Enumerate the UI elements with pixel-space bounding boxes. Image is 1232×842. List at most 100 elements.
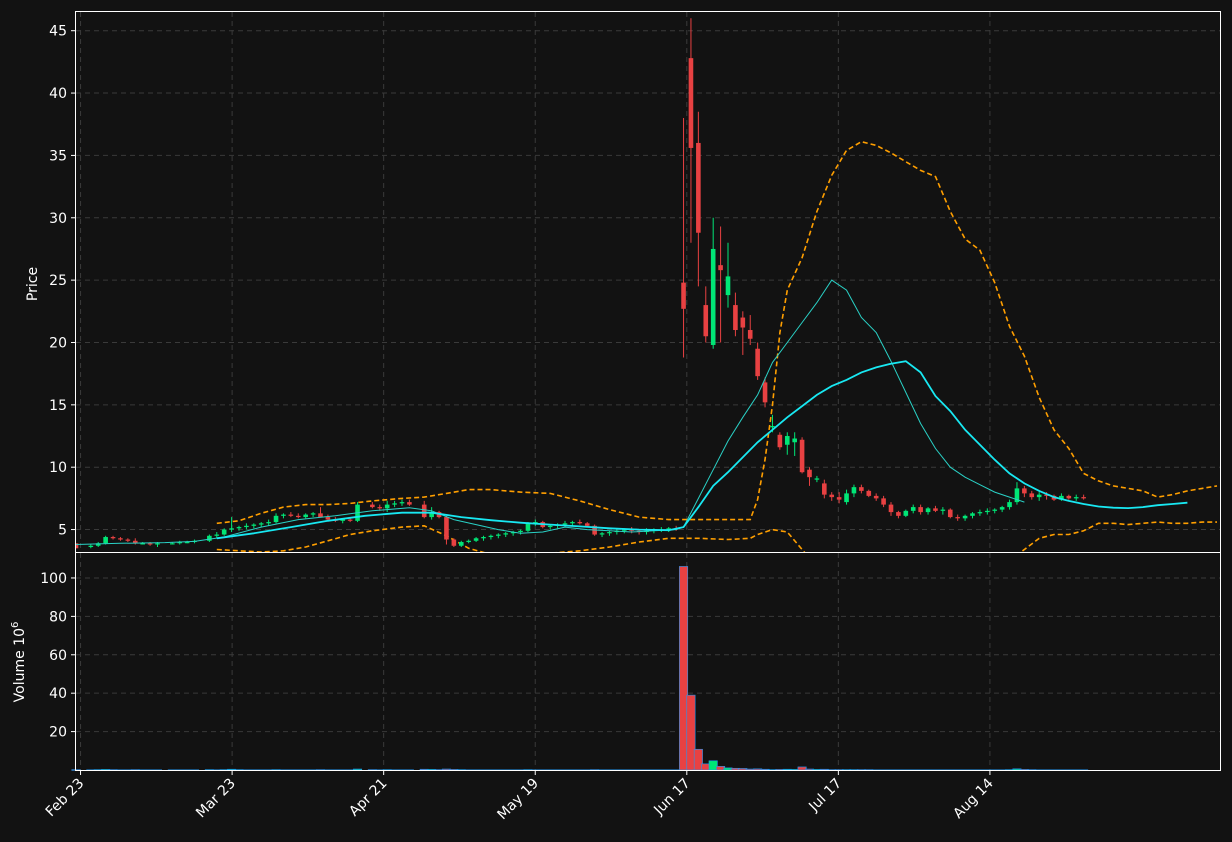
candle-body — [221, 529, 227, 535]
candlestick-chart: 5 10 15 20 25 30 35 40 45 Price 20 40 60 80 100 Volu… — [0, 0, 1232, 842]
volume-y-tick-label: 20 — [49, 725, 67, 741]
price-y-tick-label: 25 — [49, 273, 67, 289]
candle-body — [236, 527, 242, 529]
volume-y-label-text: Volume — [12, 650, 28, 702]
candle-body — [258, 523, 264, 525]
candle-body — [103, 537, 108, 544]
candle-body — [1073, 497, 1079, 499]
candle-body — [1022, 488, 1027, 494]
candle-body — [244, 525, 249, 528]
candle-body — [970, 513, 975, 516]
candle-body — [829, 494, 835, 498]
candle-body — [147, 543, 153, 545]
candle-body — [496, 534, 501, 536]
candle-body — [896, 512, 901, 516]
volume-y-label-exponent: 6 — [10, 622, 21, 628]
candle-body — [681, 282, 686, 309]
candle-body — [88, 545, 94, 548]
candle-body — [303, 514, 308, 518]
chart-background — [0, 0, 1232, 842]
candle-body — [281, 514, 286, 516]
candle-body — [784, 436, 790, 445]
candle-body — [547, 525, 553, 528]
candle-body — [273, 515, 279, 523]
candle-body — [799, 439, 805, 473]
volume-y-tick-label: 40 — [49, 686, 67, 702]
candle-body — [295, 515, 301, 518]
candle-body — [384, 504, 390, 509]
candle-body — [1081, 497, 1086, 499]
candle-body — [696, 142, 701, 233]
candle-body — [125, 539, 131, 541]
candle-body — [1029, 493, 1035, 498]
price-y-tick-label: 10 — [49, 460, 67, 476]
candle-body — [488, 535, 494, 538]
candle-body — [873, 495, 879, 499]
price-y-tick-label: 5 — [58, 523, 67, 539]
price-y-tick-label: 35 — [49, 148, 67, 164]
candle-body — [955, 517, 960, 519]
candle-body — [607, 532, 612, 534]
candle-body — [518, 530, 523, 533]
volume-y-label-group: Volume 106 — [10, 622, 28, 703]
candle-body — [399, 502, 405, 504]
candle-body — [481, 537, 486, 539]
candle-body — [310, 513, 316, 515]
candle-body — [985, 510, 990, 513]
candle-body — [347, 519, 353, 521]
candle-body — [851, 487, 857, 494]
candle-body — [688, 58, 694, 148]
candle-body — [288, 514, 294, 516]
candle-body — [503, 533, 509, 535]
candle-body — [599, 533, 605, 535]
volume-bar — [353, 768, 363, 771]
candle-body — [1036, 494, 1042, 498]
candle-body — [570, 522, 575, 524]
price-y-tick-label: 15 — [49, 398, 67, 414]
candle-body — [755, 348, 760, 377]
candle-body — [733, 305, 738, 331]
candle-body — [888, 504, 894, 513]
candle-body — [118, 538, 123, 540]
candle-body — [866, 490, 872, 496]
candle-body — [777, 434, 783, 448]
candle-body — [458, 542, 464, 546]
volume-y-tick-label: 100 — [40, 571, 67, 587]
candle-body — [155, 543, 160, 545]
candle-body — [1007, 502, 1012, 508]
candle-body — [525, 523, 531, 531]
candle-body — [747, 330, 753, 339]
candle-body — [170, 543, 175, 545]
volume-y-tick-label: 60 — [49, 648, 67, 664]
candle-body — [584, 523, 590, 526]
candle-body — [577, 522, 583, 524]
candle-body — [710, 248, 716, 345]
price-y-label: Price — [25, 267, 41, 301]
candle-body — [229, 528, 234, 530]
price-y-tick-label: 30 — [49, 211, 67, 227]
price-y-tick-label: 40 — [49, 86, 67, 102]
candle-body — [377, 507, 383, 509]
candle-body — [962, 515, 968, 519]
candle-body — [925, 508, 931, 513]
candle-body — [214, 534, 220, 536]
candle-body — [992, 509, 998, 511]
candle-body — [844, 493, 849, 503]
price-y-tick-label: 20 — [49, 335, 67, 351]
candle-body — [451, 539, 457, 546]
candle-body — [251, 524, 257, 526]
candle-body — [266, 522, 271, 524]
candle-body — [933, 508, 938, 511]
candle-body — [910, 507, 916, 511]
candle-body — [807, 469, 812, 478]
volume-y-tick-label: 80 — [49, 609, 67, 625]
candle-body — [762, 382, 768, 403]
candle-body — [770, 426, 775, 428]
candle-body — [562, 523, 568, 525]
price-y-tick-label: 45 — [49, 24, 67, 40]
candle-body — [473, 538, 479, 541]
candle-body — [903, 510, 909, 516]
candle-body — [947, 509, 953, 518]
candle-body — [110, 537, 116, 539]
candle-body — [977, 512, 983, 514]
